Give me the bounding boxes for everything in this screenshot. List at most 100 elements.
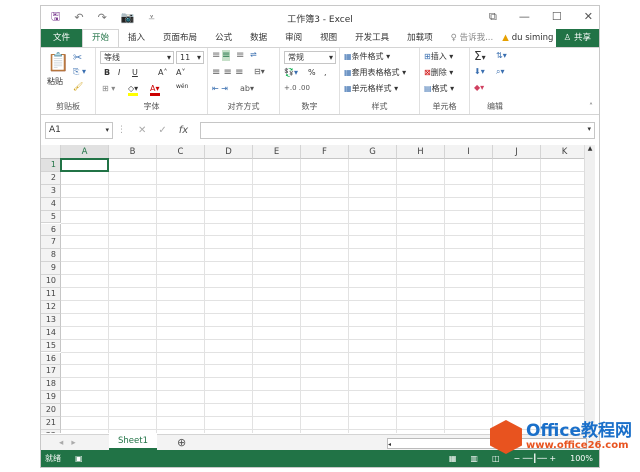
- grow-font-button[interactable]: A˄: [158, 68, 167, 77]
- font-color-icon[interactable]: A▾: [150, 84, 160, 96]
- bold-button[interactable]: B: [104, 68, 110, 77]
- borders-icon[interactable]: ⊞ ▾: [102, 84, 115, 93]
- fill-color-icon[interactable]: ◇▾: [128, 84, 139, 96]
- autosum-button[interactable]: Σ▾: [474, 49, 486, 63]
- column-header[interactable]: A: [61, 145, 109, 159]
- column-header[interactable]: J: [493, 145, 541, 159]
- row-header[interactable]: 22: [41, 429, 61, 433]
- name-box[interactable]: A1 ▾: [45, 121, 113, 139]
- comma-button[interactable]: ,: [324, 68, 327, 77]
- underline-button[interactable]: U: [132, 68, 138, 77]
- row-header[interactable]: 4: [41, 197, 61, 211]
- row-header[interactable]: 16: [41, 352, 61, 366]
- tab-page-layout[interactable]: 页面布局: [154, 29, 206, 47]
- fill-icon[interactable]: ⬇▾: [474, 67, 485, 76]
- share-button[interactable]: ♙ 共享: [555, 29, 599, 47]
- align-top-icon[interactable]: ≡: [212, 50, 220, 61]
- delete-cells-button[interactable]: ⊠删除 ▾: [424, 67, 453, 78]
- row-header[interactable]: 3: [41, 184, 61, 198]
- orientation-icon[interactable]: ab▾: [240, 84, 254, 93]
- italic-button[interactable]: I: [118, 68, 120, 77]
- tab-addins[interactable]: 加载项: [398, 29, 442, 47]
- tell-me-search[interactable]: ♀ 告诉我...: [442, 29, 503, 47]
- user-account[interactable]: ▲ du siming: [502, 33, 553, 43]
- column-header[interactable]: G: [349, 145, 397, 159]
- clear-icon[interactable]: ◆▾: [474, 83, 484, 92]
- format-as-table-button[interactable]: ▦套用表格格式 ▾: [344, 67, 406, 78]
- align-bottom-icon[interactable]: ≡: [236, 50, 244, 61]
- cut-icon[interactable]: ✂: [73, 51, 82, 64]
- merge-center-icon[interactable]: ⊟▾: [254, 67, 265, 76]
- row-header[interactable]: 10: [41, 275, 61, 288]
- row-header[interactable]: 11: [41, 288, 61, 301]
- tab-formulas[interactable]: 公式: [206, 29, 241, 47]
- sheet-tab-sheet1[interactable]: Sheet1: [109, 434, 157, 450]
- row-header[interactable]: 19: [41, 391, 61, 405]
- row-header[interactable]: 5: [41, 210, 61, 224]
- normal-view-icon[interactable]: ▦: [449, 454, 457, 463]
- cell-styles-button[interactable]: ▦单元格样式 ▾: [344, 83, 398, 94]
- column-header[interactable]: H: [397, 145, 445, 159]
- row-header[interactable]: 1: [41, 159, 61, 172]
- tab-file[interactable]: 文件: [41, 29, 83, 47]
- column-header[interactable]: C: [157, 145, 205, 159]
- column-header[interactable]: B: [109, 145, 157, 159]
- row-header[interactable]: 2: [41, 171, 61, 185]
- row-header[interactable]: 15: [41, 339, 61, 353]
- enter-icon[interactable]: ✓: [158, 125, 166, 136]
- maximize-button[interactable]: ☐: [552, 10, 562, 24]
- sheet-nav-arrows[interactable]: ◂ ▸: [59, 438, 76, 448]
- column-header[interactable]: K: [541, 145, 586, 159]
- row-header[interactable]: 7: [41, 236, 61, 250]
- column-header[interactable]: I: [445, 145, 493, 159]
- row-header[interactable]: 21: [41, 417, 61, 430]
- decimal-icon[interactable]: +.0 .00: [284, 84, 310, 92]
- close-button[interactable]: ✕: [584, 10, 593, 24]
- row-header[interactable]: 6: [41, 223, 61, 237]
- active-cell-a1[interactable]: [60, 158, 109, 172]
- vertical-scrollbar[interactable]: ▲: [584, 145, 595, 435]
- macro-record-icon[interactable]: ▣: [75, 454, 83, 463]
- align-left-icon[interactable]: ≡ ≡ ≡: [212, 67, 244, 78]
- tab-view[interactable]: 视图: [311, 29, 346, 47]
- find-icon[interactable]: ⌕▾: [496, 67, 505, 77]
- spreadsheet-grid[interactable]: A B C D E F G H I J K 1 2 3 4 5 6 7 8 9 10 11 12 13 14 15 16 17 18 19…: [41, 145, 586, 433]
- column-header[interactable]: E: [253, 145, 301, 159]
- format-painter-icon[interactable]: 🖌: [73, 82, 83, 91]
- ribbon-display-icon[interactable]: ⧉: [489, 10, 497, 24]
- row-header[interactable]: 12: [41, 300, 61, 314]
- sort-filter-icon[interactable]: ⇅▾: [496, 51, 507, 60]
- column-header[interactable]: F: [301, 145, 349, 159]
- tab-home[interactable]: 开始: [82, 29, 120, 47]
- zoom-level[interactable]: 100%: [570, 454, 599, 463]
- row-header[interactable]: 20: [41, 404, 61, 417]
- align-middle-icon[interactable]: ≡: [222, 50, 231, 61]
- new-sheet-icon[interactable]: ⊕: [177, 436, 186, 449]
- column-header[interactable]: D: [205, 145, 253, 159]
- row-header[interactable]: 9: [41, 262, 61, 276]
- paste-icon[interactable]: 📋: [47, 52, 69, 73]
- cancel-icon[interactable]: ✕: [138, 125, 146, 136]
- tab-insert[interactable]: 插入: [119, 29, 154, 47]
- tab-review[interactable]: 审阅: [276, 29, 311, 47]
- zoom-slider[interactable]: − ──┃── +: [514, 454, 557, 463]
- formula-input[interactable]: ▾: [200, 121, 595, 139]
- font-size-select[interactable]: 11 ▾: [176, 51, 204, 64]
- conditional-format-button[interactable]: ▦条件格式 ▾: [344, 51, 390, 62]
- shrink-font-button[interactable]: A˅: [176, 68, 185, 77]
- phonetic-icon[interactable]: wén: [176, 83, 188, 90]
- insert-function-button[interactable]: fx: [179, 125, 188, 136]
- page-break-view-icon[interactable]: ◫: [492, 454, 500, 463]
- copy-icon[interactable]: ⎘ ▾: [73, 67, 86, 77]
- row-header[interactable]: 14: [41, 326, 61, 340]
- format-cells-button[interactable]: ▤格式 ▾: [424, 83, 454, 94]
- minimize-button[interactable]: —: [519, 10, 530, 24]
- percent-button[interactable]: %: [308, 68, 316, 77]
- wrap-text-icon[interactable]: ⇌: [250, 50, 257, 59]
- insert-cells-button[interactable]: ⊞插入 ▾: [424, 51, 453, 62]
- row-header[interactable]: 17: [41, 365, 61, 379]
- row-header[interactable]: 8: [41, 249, 61, 263]
- currency-icon[interactable]: 💱▾: [284, 68, 298, 77]
- tab-data[interactable]: 数据: [241, 29, 276, 47]
- row-header[interactable]: 13: [41, 313, 61, 327]
